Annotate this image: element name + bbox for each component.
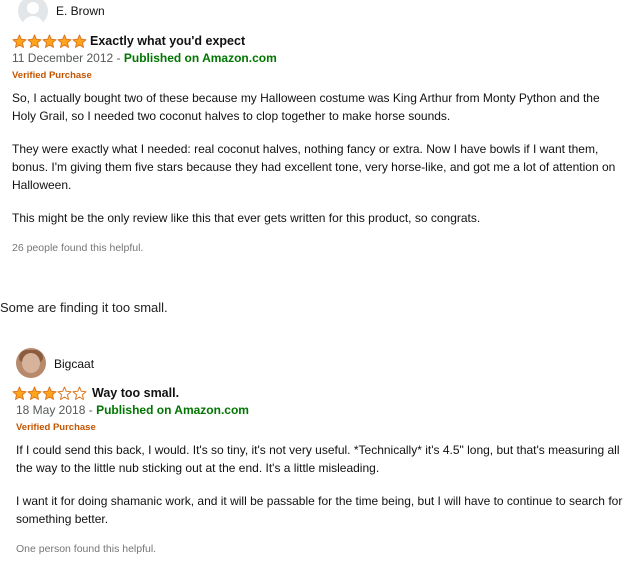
review-paragraph: This might be the only review like this …	[12, 211, 481, 225]
star-empty-icon	[72, 386, 87, 400]
star-filled-icon	[42, 34, 57, 48]
review-title[interactable]: Exactly what you'd expect	[90, 34, 245, 48]
date-separator: -	[113, 51, 124, 65]
review-paragraph: If I could send this back, I would. It's…	[16, 443, 620, 475]
review-paragraph: So, I actually bought two of these becau…	[12, 91, 600, 123]
avatar-icon[interactable]	[18, 0, 48, 26]
star-filled-icon	[27, 386, 42, 400]
star-filled-icon	[72, 34, 87, 48]
helpful-count: 26 people found this helpful.	[12, 242, 144, 254]
caption-text: Some are finding it too small.	[0, 300, 168, 315]
review-date: 11 December 2012	[12, 51, 114, 65]
review-paragraph: I want it for doing shamanic work, and i…	[16, 494, 623, 526]
date-separator: -	[85, 403, 97, 417]
review-paragraph: They were exactly what I needed: real co…	[12, 142, 616, 192]
star-filled-icon	[57, 34, 72, 48]
star-empty-icon	[57, 386, 72, 400]
star-filled-icon	[27, 34, 42, 48]
reviewer-name[interactable]: Bigcaat	[54, 357, 94, 371]
published-label: Published on Amazon.com	[123, 51, 277, 65]
reviewer-name[interactable]: E. Brown	[56, 4, 105, 18]
published-label: Published on Amazon.com	[96, 403, 249, 417]
review-date-line: 18 May 2018 - Published on Amazon.com	[16, 403, 249, 417]
star-filled-icon	[42, 386, 57, 400]
star-rating[interactable]	[12, 34, 87, 49]
verified-purchase-badge: Verified Purchase	[16, 422, 96, 433]
star-filled-icon	[12, 386, 27, 400]
star-filled-icon	[12, 34, 27, 48]
avatar-icon[interactable]	[16, 348, 46, 378]
review-date-line: 11 December 2012 - Published on Amazon.c…	[12, 51, 277, 65]
review-title[interactable]: Way too small.	[92, 386, 179, 400]
verified-purchase-badge: Verified Purchase	[12, 70, 92, 81]
review-date: 18 May 2018	[16, 403, 86, 417]
helpful-count: One person found this helpful.	[16, 543, 157, 555]
star-rating[interactable]	[12, 386, 87, 401]
